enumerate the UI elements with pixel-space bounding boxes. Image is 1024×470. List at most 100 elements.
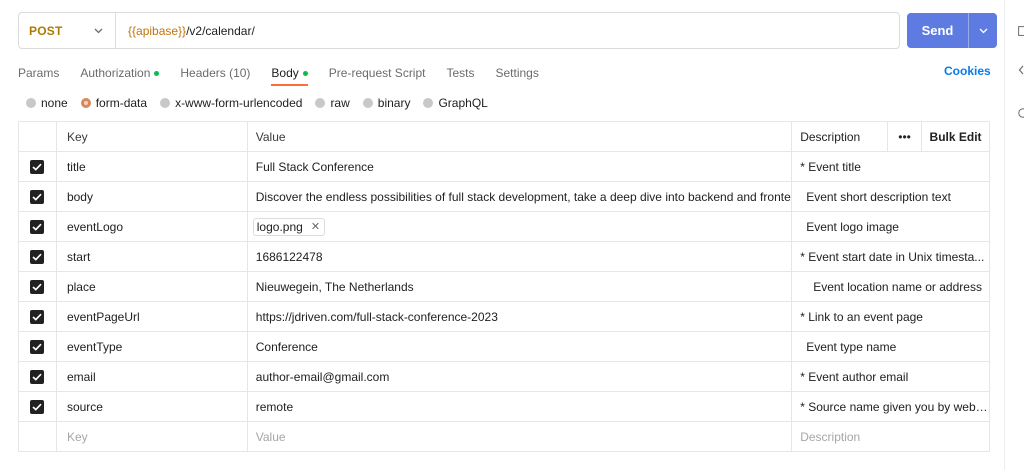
info-icon[interactable]	[1018, 108, 1024, 120]
value-cell[interactable]: author-email@gmail.com	[248, 362, 793, 391]
url-variable: {{apibase}}	[128, 23, 187, 38]
description-cell[interactable]: * Event start date in Unix timesta...	[792, 242, 990, 271]
key-cell[interactable]: place	[57, 272, 248, 301]
checkbox[interactable]	[30, 279, 45, 294]
key-placeholder[interactable]: Key	[57, 422, 248, 451]
description-text: * Event title	[800, 159, 861, 174]
key-cell[interactable]: title	[57, 152, 248, 181]
body-type-form-data[interactable]: form-data	[80, 96, 148, 110]
checkbox[interactable]	[30, 249, 45, 264]
checkbox[interactable]	[30, 189, 45, 204]
radio-icon	[160, 98, 171, 108]
url-path: /v2/calendar/	[186, 23, 255, 38]
value-cell[interactable]: 1686122478	[248, 242, 793, 271]
row-check-cell	[19, 272, 57, 301]
send-button[interactable]: Send	[907, 23, 968, 38]
description-cell[interactable]: Event logo image	[792, 212, 990, 241]
key-cell[interactable]: body	[57, 182, 248, 211]
checkbox[interactable]	[30, 399, 45, 414]
value-cell[interactable]: logo.png ✕	[248, 212, 793, 241]
send-options-button[interactable]	[969, 28, 997, 34]
tab-headers-label: Headers (10)	[180, 66, 251, 80]
value-cell[interactable]: https://jdriven.com/full-stack-conferenc…	[248, 302, 793, 331]
key-cell[interactable]: start	[57, 242, 248, 271]
description-cell[interactable]: Event short description text	[792, 182, 990, 211]
table-row: eventPageUrl https://jdriven.com/full-st…	[19, 302, 990, 332]
tab-settings[interactable]: Settings	[496, 62, 539, 84]
description-cell[interactable]: Event location name or address	[792, 272, 990, 301]
row-check-cell	[19, 152, 57, 181]
body-type-label: form-data	[95, 96, 148, 110]
status-dot-icon	[154, 70, 160, 76]
value-cell[interactable]: Discover the endless possibilities of fu…	[248, 182, 793, 211]
radio-icon	[315, 98, 326, 108]
checkbox[interactable]	[30, 309, 45, 324]
key-cell[interactable]: source	[57, 392, 248, 421]
value-placeholder[interactable]: Value	[248, 422, 793, 451]
body-type-label: binary	[377, 96, 411, 110]
check-icon	[32, 283, 43, 291]
method-select[interactable]: POST	[19, 13, 116, 48]
status-dot-icon	[302, 70, 308, 76]
checkbox[interactable]	[30, 369, 45, 384]
table-row: eventLogo logo.png ✕ Event logo image	[19, 212, 990, 242]
value-cell[interactable]: remote	[248, 392, 793, 421]
tab-pre-request-script-label: Pre-request Script	[328, 66, 426, 80]
description-cell[interactable]: * Event title	[792, 152, 990, 181]
value-cell[interactable]: Full Stack Conference	[248, 152, 793, 181]
description-cell[interactable]: Event type name	[792, 332, 990, 361]
documentation-icon[interactable]	[1018, 26, 1024, 38]
description-cell[interactable]: * Event author email	[792, 362, 990, 391]
chevron-left-icon[interactable]	[1018, 65, 1024, 77]
row-check-cell	[19, 242, 57, 271]
description-text: * Source name given you by webs...	[800, 399, 989, 414]
body-type-label: raw	[330, 96, 350, 110]
key-cell[interactable]: eventLogo	[57, 212, 248, 241]
tab-params[interactable]: Params	[18, 62, 59, 84]
row-check-cell	[19, 332, 57, 361]
tab-headers[interactable]: Headers (10)	[180, 62, 250, 84]
radio-checked-icon	[80, 98, 91, 108]
url-input[interactable]: {{apibase}}/v2/calendar/	[116, 24, 255, 38]
row-check-cell	[19, 182, 57, 211]
tab-settings-label: Settings	[495, 66, 539, 80]
key-cell[interactable]: email	[57, 362, 248, 391]
tab-body[interactable]: Body	[271, 62, 309, 86]
bulk-edit-button[interactable]: Bulk Edit	[922, 122, 990, 151]
description-placeholder[interactable]: Description	[792, 422, 990, 451]
tab-authorization[interactable]: Authorization	[80, 62, 160, 84]
tab-tests[interactable]: Tests	[446, 62, 474, 84]
radio-icon	[362, 98, 373, 108]
body-type-raw[interactable]: raw	[315, 96, 350, 110]
right-sidebar	[1004, 0, 1024, 470]
table-row: eventType Conference Event type name	[19, 332, 990, 362]
body-type-binary[interactable]: binary	[362, 96, 411, 110]
value-cell[interactable]: Conference	[248, 332, 793, 361]
table-row: place Nieuwegein, The Netherlands Event …	[19, 272, 990, 302]
check-icon	[32, 373, 43, 381]
check-icon	[32, 403, 43, 411]
tab-pre-request-script[interactable]: Pre-request Script	[329, 62, 426, 84]
cookies-link[interactable]: Cookies	[944, 64, 991, 78]
remove-file-icon[interactable]: ✕	[311, 220, 320, 233]
more-options-button[interactable]: •••	[888, 122, 923, 151]
checkbox[interactable]	[30, 159, 45, 174]
checkbox[interactable]	[30, 339, 45, 354]
body-type-graphql[interactable]: GraphQL	[423, 96, 488, 110]
header-key: Key	[57, 122, 248, 151]
table-row: source remote * Source name given you by…	[19, 392, 990, 422]
description-text: Event type name	[806, 339, 897, 354]
body-type-urlencoded[interactable]: x-www-form-urlencoded	[160, 96, 302, 110]
description-cell[interactable]: * Source name given you by webs...	[792, 392, 990, 421]
table-row-new: Key Value Description	[19, 422, 990, 452]
header-value: Value	[248, 122, 793, 151]
key-cell[interactable]: eventType	[57, 332, 248, 361]
key-cell[interactable]: eventPageUrl	[57, 302, 248, 331]
value-cell[interactable]: Nieuwegein, The Netherlands	[248, 272, 793, 301]
radio-icon	[423, 98, 434, 108]
checkbox[interactable]	[30, 219, 45, 234]
url-bar: POST {{apibase}}/v2/calendar/	[18, 12, 900, 49]
description-cell[interactable]: * Link to an event page	[792, 302, 990, 331]
chevron-down-icon	[979, 28, 987, 33]
body-type-none[interactable]: none	[26, 96, 68, 110]
